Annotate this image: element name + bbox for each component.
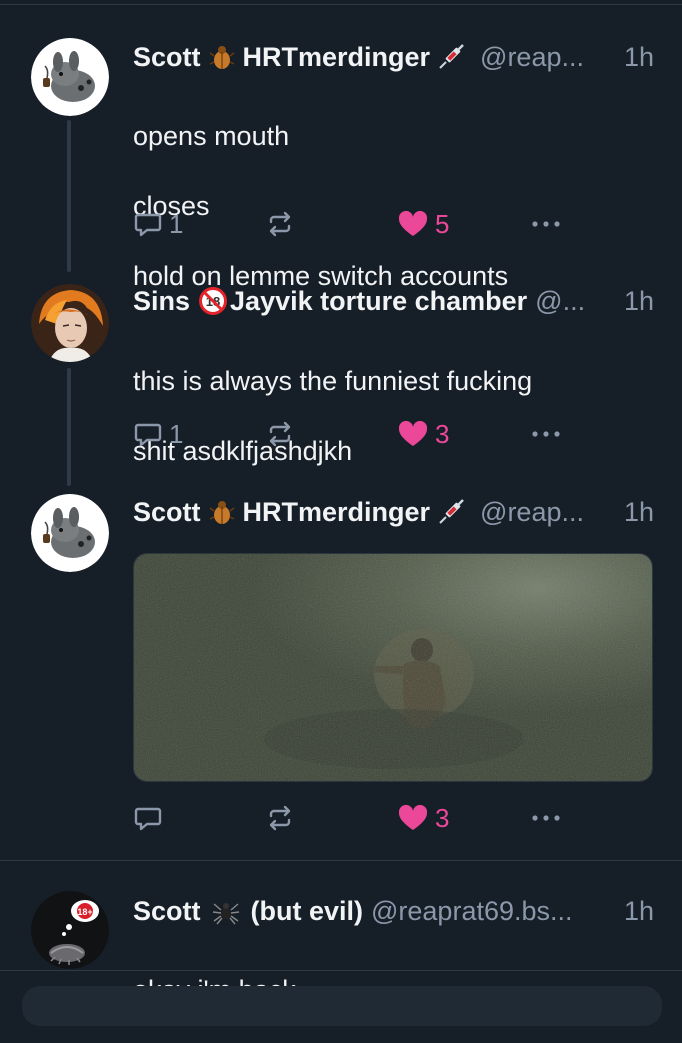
- post-header: Scott HRTmerdinger @reap... 1h: [133, 495, 654, 529]
- thread-line: [67, 368, 71, 486]
- like-button[interactable]: 5: [397, 207, 449, 241]
- post-actions: 3: [133, 801, 653, 835]
- beetle-emoji-icon: [207, 497, 237, 527]
- reply-composer[interactable]: [22, 986, 662, 1026]
- like-count: 3: [435, 802, 450, 833]
- syringe-emoji-icon: [436, 42, 466, 72]
- more-dots-icon: [532, 221, 560, 227]
- handle[interactable]: @reap...: [480, 495, 584, 529]
- repost-button[interactable]: [265, 417, 295, 451]
- timestamp[interactable]: 1h: [618, 40, 654, 74]
- post-header: Sins 18 Jayvik torture chamber @... 1h: [133, 284, 654, 318]
- display-name[interactable]: Scott: [133, 894, 201, 928]
- timestamp[interactable]: 1h: [618, 894, 654, 928]
- like-button[interactable]: 3: [397, 801, 449, 835]
- beetle-emoji-icon: [207, 42, 237, 72]
- avatar[interactable]: [31, 284, 109, 362]
- post-media-video[interactable]: [133, 553, 653, 782]
- post-header: Scott (but evil) @reaprat69.bs... 1h: [133, 894, 654, 928]
- spider-emoji-icon: [211, 896, 241, 926]
- heart-icon: [398, 804, 428, 830]
- no-18-emoji-icon: 18: [198, 286, 228, 316]
- post-actions: 1 5: [133, 207, 653, 241]
- more-dots-icon: [532, 815, 560, 821]
- timestamp[interactable]: 1h: [618, 284, 654, 318]
- reply-button[interactable]: [133, 801, 163, 835]
- thread-line: [67, 120, 71, 272]
- syringe-emoji-icon: [436, 497, 466, 527]
- avatar[interactable]: [31, 38, 109, 116]
- repost-button[interactable]: [265, 801, 295, 835]
- display-name-suffix[interactable]: HRTmerdinger: [243, 40, 431, 74]
- handle[interactable]: @...: [535, 284, 585, 318]
- avatar[interactable]: 18+: [31, 891, 109, 969]
- repost-icon: [269, 421, 291, 447]
- display-name-suffix[interactable]: HRTmerdinger: [243, 495, 431, 529]
- display-name[interactable]: Scott: [133, 495, 201, 529]
- avatar[interactable]: [31, 494, 109, 572]
- post-text-line: opens mouth: [133, 121, 290, 151]
- reply-icon: [134, 423, 162, 447]
- display-name[interactable]: Scott: [133, 40, 201, 74]
- display-name-suffix[interactable]: Jayvik torture chamber: [230, 284, 527, 318]
- reply-button[interactable]: 1: [133, 207, 183, 241]
- handle[interactable]: @reaprat69.bs...: [371, 894, 573, 928]
- more-button[interactable]: [529, 417, 563, 451]
- post-actions: 1 3: [133, 417, 653, 451]
- reply-count: 1: [169, 418, 184, 449]
- timestamp[interactable]: 1h: [618, 495, 654, 529]
- heart-icon: [398, 420, 428, 446]
- post-divider: [0, 860, 682, 861]
- more-button[interactable]: [529, 801, 563, 835]
- heart-icon: [398, 210, 428, 236]
- post-header: Scott HRTmerdinger @reap... 1h: [133, 40, 654, 74]
- reply-button[interactable]: 1: [133, 417, 183, 451]
- display-name-suffix[interactable]: (but evil): [251, 894, 364, 928]
- like-count: 5: [435, 208, 450, 239]
- composer-divider: [0, 970, 682, 971]
- reply-count: 1: [169, 208, 184, 239]
- like-button[interactable]: 3: [397, 417, 449, 451]
- svg-text:18+: 18+: [77, 907, 92, 917]
- post-text-line: this is always the funniest fucking: [133, 366, 533, 396]
- like-count: 3: [435, 418, 450, 449]
- top-divider: [0, 4, 682, 5]
- handle[interactable]: @reap...: [480, 40, 584, 74]
- more-dots-icon: [532, 431, 560, 437]
- repost-button[interactable]: [265, 207, 295, 241]
- reply-icon: [134, 807, 162, 831]
- repost-icon: [269, 805, 291, 831]
- more-button[interactable]: [529, 207, 563, 241]
- display-name[interactable]: Sins: [133, 284, 190, 318]
- reply-icon: [134, 213, 162, 237]
- repost-icon: [269, 211, 291, 237]
